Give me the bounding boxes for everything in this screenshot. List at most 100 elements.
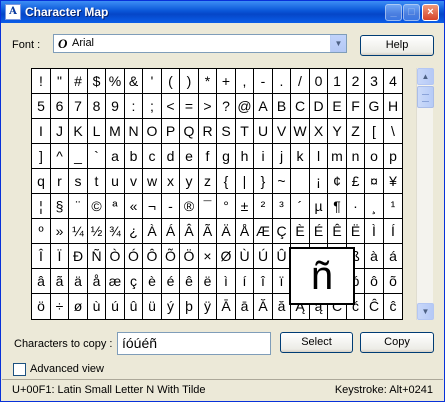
character-cell[interactable]: á xyxy=(384,244,402,269)
character-cell[interactable]: q xyxy=(32,169,51,194)
character-cell[interactable]: s xyxy=(69,169,88,194)
character-cell[interactable]: k xyxy=(291,144,310,169)
character-cell[interactable]: º xyxy=(32,219,51,244)
scroll-thumb[interactable] xyxy=(417,86,434,108)
character-cell[interactable]: & xyxy=(125,69,143,94)
character-cell[interactable]: ¼ xyxy=(69,219,88,244)
character-cell[interactable]: ¤ xyxy=(365,169,384,194)
character-cell[interactable]: ë xyxy=(199,269,217,294)
character-cell[interactable]: § xyxy=(51,194,69,219)
character-cell[interactable]: ê xyxy=(180,269,199,294)
character-cell[interactable]: è xyxy=(143,269,162,294)
character-cell[interactable]: G xyxy=(365,94,384,119)
character-cell[interactable]: ; xyxy=(143,94,162,119)
select-button[interactable]: Select xyxy=(280,332,353,353)
character-cell[interactable]: # xyxy=(69,69,88,94)
character-cell[interactable]: Ä xyxy=(217,219,236,244)
character-cell[interactable]: ] xyxy=(32,144,51,169)
character-cell[interactable]: Ò xyxy=(106,244,125,269)
character-cell[interactable]: È xyxy=(291,219,310,244)
character-cell[interactable]: í xyxy=(236,269,254,294)
character-cell[interactable]: õ xyxy=(384,269,402,294)
chevron-down-icon[interactable]: ▼ xyxy=(330,35,346,52)
character-cell[interactable]: ` xyxy=(88,144,106,169)
character-cell[interactable]: å xyxy=(88,269,106,294)
character-cell[interactable]: D xyxy=(310,94,328,119)
close-button[interactable]: × xyxy=(422,4,439,21)
character-cell[interactable]: 2 xyxy=(347,69,365,94)
character-cell[interactable]: É xyxy=(310,219,328,244)
character-cell[interactable]: Ó xyxy=(125,244,143,269)
character-cell[interactable]: F xyxy=(347,94,365,119)
character-cell[interactable]: + xyxy=(217,69,236,94)
character-cell[interactable]: r xyxy=(51,169,69,194)
character-cell[interactable]: J xyxy=(51,119,69,144)
character-cell[interactable]: ¡ xyxy=(310,169,328,194)
character-cell[interactable]: Æ xyxy=(254,219,273,244)
character-cell[interactable]: _ xyxy=(69,144,88,169)
character-cell[interactable]: [ xyxy=(365,119,384,144)
character-cell[interactable]: e xyxy=(180,144,199,169)
character-cell[interactable]: | xyxy=(236,169,254,194)
character-cell[interactable]: 0 xyxy=(310,69,328,94)
character-cell[interactable]: $ xyxy=(88,69,106,94)
character-cell[interactable]: ° xyxy=(217,194,236,219)
character-cell[interactable]: N xyxy=(125,119,143,144)
character-cell[interactable]: « xyxy=(125,194,143,219)
character-cell[interactable]: C xyxy=(291,94,310,119)
character-cell[interactable]: S xyxy=(217,119,236,144)
character-cell[interactable]: ( xyxy=(162,69,180,94)
title-bar[interactable]: A Character Map _ □ × xyxy=(1,1,444,23)
character-cell[interactable]: 9 xyxy=(106,94,125,119)
character-cell[interactable]: ¸ xyxy=(365,194,384,219)
character-cell[interactable]: ? xyxy=(217,94,236,119)
character-cell[interactable]: ¿ xyxy=(125,219,143,244)
character-cell[interactable]: ý xyxy=(162,294,180,319)
character-cell[interactable]: 7 xyxy=(69,94,88,119)
character-cell[interactable]: ! xyxy=(32,69,51,94)
character-cell[interactable]: i xyxy=(254,144,273,169)
character-cell[interactable]: ¹ xyxy=(384,194,402,219)
character-cell[interactable]: Ô xyxy=(143,244,162,269)
character-cell[interactable]: { xyxy=(217,169,236,194)
character-cell[interactable]: À xyxy=(143,219,162,244)
character-cell[interactable]: d xyxy=(162,144,180,169)
character-cell[interactable]: Å xyxy=(236,219,254,244)
character-cell[interactable]: L xyxy=(88,119,106,144)
character-cell[interactable]: ì xyxy=(217,269,236,294)
character-cell[interactable]: ³ xyxy=(273,194,291,219)
character-cell[interactable]: © xyxy=(88,194,106,219)
character-cell[interactable]: M xyxy=(106,119,125,144)
character-cell[interactable]: Ĉ xyxy=(365,294,384,319)
character-cell[interactable]: ¶ xyxy=(328,194,347,219)
character-cell[interactable]: B xyxy=(273,94,291,119)
character-cell[interactable]: Ç xyxy=(273,219,291,244)
character-cell[interactable]: Î xyxy=(32,244,51,269)
character-cell[interactable]: " xyxy=(51,69,69,94)
character-cell[interactable]: / xyxy=(291,69,310,94)
character-cell[interactable]: ã xyxy=(51,269,69,294)
character-cell[interactable]: V xyxy=(273,119,291,144)
character-cell[interactable]: Â xyxy=(180,219,199,244)
character-cell[interactable]: v xyxy=(125,169,143,194)
character-cell[interactable] xyxy=(291,169,310,194)
character-cell[interactable]: ù xyxy=(88,294,106,319)
character-cell[interactable]: ´ xyxy=(291,194,310,219)
character-cell[interactable]: x xyxy=(162,169,180,194)
character-cell[interactable]: ^ xyxy=(51,144,69,169)
character-cell[interactable]: Ù xyxy=(236,244,254,269)
character-cell[interactable]: % xyxy=(106,69,125,94)
character-cell[interactable]: T xyxy=(236,119,254,144)
character-cell[interactable]: n xyxy=(347,144,365,169)
character-cell[interactable]: - xyxy=(254,69,273,94)
character-cell[interactable]: h xyxy=(236,144,254,169)
character-cell[interactable]: K xyxy=(69,119,88,144)
character-cell[interactable]: ā xyxy=(236,294,254,319)
character-cell[interactable]: X xyxy=(310,119,328,144)
character-cell[interactable]: ç xyxy=(125,269,143,294)
character-cell[interactable]: a xyxy=(106,144,125,169)
character-cell[interactable]: g xyxy=(217,144,236,169)
character-cell[interactable]: â xyxy=(32,269,51,294)
character-cell[interactable]: 3 xyxy=(365,69,384,94)
character-cell[interactable]: ÷ xyxy=(51,294,69,319)
